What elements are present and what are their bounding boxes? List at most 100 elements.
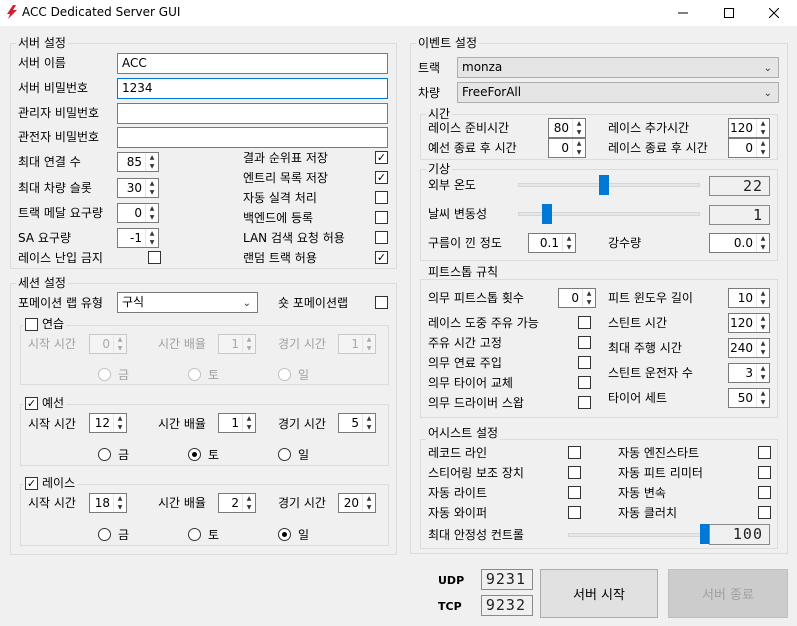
spin-up-icon[interactable]: ▲: [757, 339, 769, 348]
auto-engine-checkbox[interactable]: [758, 446, 771, 459]
spin-down-icon[interactable]: ▼: [146, 188, 158, 197]
spin-up-icon[interactable]: ▲: [243, 494, 255, 503]
spin-down-icon[interactable]: ▼: [757, 323, 769, 332]
spin-up-icon[interactable]: ▲: [573, 119, 585, 128]
practice-start-time-stepper[interactable]: 0 ▲ ▼: [89, 334, 127, 354]
spin-up-icon[interactable]: ▲: [146, 229, 158, 238]
spin-up-icon[interactable]: ▲: [146, 204, 158, 213]
spin-down-icon[interactable]: ▼: [573, 128, 585, 137]
spin-down-icon[interactable]: ▼: [243, 503, 255, 512]
racing-line-checkbox[interactable]: [568, 446, 581, 459]
track-medals-stepper[interactable]: 0 ▲ ▼: [117, 203, 159, 223]
spin-up-icon[interactable]: ▲: [146, 153, 158, 162]
practice-day-sun-radio[interactable]: [278, 368, 291, 381]
spin-down-icon[interactable]: ▼: [757, 243, 769, 252]
max-connections-stepper[interactable]: 85 ▲ ▼: [117, 152, 159, 172]
save-results-checkbox[interactable]: [375, 151, 388, 164]
spin-down-icon[interactable]: ▼: [757, 298, 769, 307]
spectator-password-input[interactable]: [117, 127, 388, 148]
practice-time-mult-stepper[interactable]: 1 ▲ ▼: [218, 334, 256, 354]
auto-clutch-checkbox[interactable]: [758, 506, 771, 519]
qualify-day-fri-radio[interactable]: [98, 448, 111, 461]
race-day-fri-radio[interactable]: [98, 528, 111, 541]
server-password-input[interactable]: 1234: [117, 78, 388, 99]
cloud-level-stepper[interactable]: 0.1 ▲ ▼: [528, 233, 576, 253]
udp-port-display[interactable]: 9231: [481, 569, 533, 590]
pit-window-stepper[interactable]: 10 ▲ ▼: [728, 288, 770, 308]
max-car-slots-stepper[interactable]: 30 ▲ ▼: [117, 178, 159, 198]
spin-up-icon[interactable]: ▲: [757, 314, 769, 323]
mandatory-refuel-checkbox[interactable]: [578, 356, 591, 369]
spin-down-icon[interactable]: ▼: [363, 503, 375, 512]
auto-dq-checkbox[interactable]: [375, 191, 388, 204]
spin-down-icon[interactable]: ▼: [146, 162, 158, 171]
practice-day-fri-radio[interactable]: [98, 368, 111, 381]
rain-stepper[interactable]: 0.0 ▲ ▼: [709, 233, 770, 253]
driver-stint-stepper[interactable]: 3 ▲ ▼: [728, 363, 770, 383]
qualify-time-mult-stepper[interactable]: 1 ▲ ▼: [218, 413, 256, 433]
race-lock-checkbox[interactable]: [148, 251, 161, 264]
auto-lights-checkbox[interactable]: [568, 486, 581, 499]
spin-up-icon[interactable]: ▲: [573, 139, 585, 148]
auto-gear-checkbox[interactable]: [758, 486, 771, 499]
qualify-checkbox[interactable]: [25, 396, 38, 410]
spin-down-icon[interactable]: ▼: [757, 148, 769, 157]
spin-down-icon[interactable]: ▼: [757, 373, 769, 382]
race-day-sun-radio[interactable]: [278, 528, 291, 541]
refuel-allowed-checkbox[interactable]: [578, 316, 591, 329]
car-select[interactable]: FreeForAll ⌄: [457, 82, 779, 103]
qualify-start-time-stepper[interactable]: 12 ▲ ▼: [89, 413, 127, 433]
spin-down-icon[interactable]: ▼: [114, 503, 126, 512]
max-drive-time-stepper[interactable]: 240 ▲ ▼: [728, 338, 770, 358]
spin-down-icon[interactable]: ▼: [243, 423, 255, 432]
stint-time-stepper[interactable]: 120 ▲ ▼: [728, 313, 770, 333]
practice-day-sat-radio[interactable]: [188, 368, 201, 381]
qualify-day-sat-radio[interactable]: [188, 448, 201, 461]
minimize-button[interactable]: [660, 0, 706, 26]
spin-up-icon[interactable]: ▲: [757, 119, 769, 128]
spin-up-icon[interactable]: ▲: [363, 414, 375, 423]
register-backend-checkbox[interactable]: [375, 211, 388, 224]
spin-up-icon[interactable]: ▲: [114, 414, 126, 423]
spin-up-icon[interactable]: ▲: [563, 234, 575, 243]
mandatory-swap-checkbox[interactable]: [578, 396, 591, 409]
track-select[interactable]: monza ⌄: [457, 57, 779, 78]
spin-down-icon[interactable]: ▼: [757, 348, 769, 357]
spin-up-icon[interactable]: ▲: [757, 234, 769, 243]
maximize-button[interactable]: [706, 0, 752, 26]
spin-up-icon[interactable]: ▲: [757, 139, 769, 148]
spin-down-icon[interactable]: ▼: [757, 398, 769, 407]
spin-down-icon[interactable]: ▼: [114, 344, 126, 353]
spin-up-icon[interactable]: ▲: [114, 335, 126, 344]
server-name-input[interactable]: ACC: [117, 53, 388, 74]
spin-up-icon[interactable]: ▲: [146, 179, 158, 188]
lan-discovery-checkbox[interactable]: [375, 231, 388, 244]
race-time-mult-stepper[interactable]: 2 ▲ ▼: [218, 493, 256, 513]
practice-checkbox[interactable]: [25, 317, 38, 331]
qualify-day-sun-radio[interactable]: [278, 448, 291, 461]
spin-down-icon[interactable]: ▼: [757, 128, 769, 137]
qualify-duration-stepper[interactable]: 5 ▲ ▼: [338, 413, 376, 433]
race-start-time-stepper[interactable]: 18 ▲ ▼: [89, 493, 127, 513]
spin-down-icon[interactable]: ▼: [583, 298, 595, 307]
race-duration-stepper[interactable]: 20 ▲ ▼: [338, 493, 376, 513]
spin-up-icon[interactable]: ▲: [114, 494, 126, 503]
admin-password-input[interactable]: [117, 103, 388, 124]
spin-up-icon[interactable]: ▲: [757, 389, 769, 398]
auto-wiper-checkbox[interactable]: [568, 506, 581, 519]
practice-duration-stepper[interactable]: 1 ▲ ▼: [338, 334, 376, 354]
auto-pit-limiter-checkbox[interactable]: [758, 466, 771, 479]
spin-down-icon[interactable]: ▼: [363, 344, 375, 353]
spin-up-icon[interactable]: ▲: [583, 289, 595, 298]
spin-down-icon[interactable]: ▼: [243, 344, 255, 353]
tcp-port-display[interactable]: 9232: [481, 595, 533, 616]
mandatory-pit-count-stepper[interactable]: 0 ▲ ▼: [558, 288, 596, 308]
spin-down-icon[interactable]: ▼: [114, 423, 126, 432]
race-checkbox[interactable]: [25, 476, 38, 490]
pre-race-stepper[interactable]: 80 ▲ ▼: [548, 118, 586, 138]
tyre-sets-stepper[interactable]: 50 ▲ ▼: [728, 388, 770, 408]
weather-randomness-slider[interactable]: [542, 204, 553, 224]
spin-up-icon[interactable]: ▲: [243, 335, 255, 344]
spin-down-icon[interactable]: ▼: [563, 243, 575, 252]
spin-down-icon[interactable]: ▼: [363, 423, 375, 432]
